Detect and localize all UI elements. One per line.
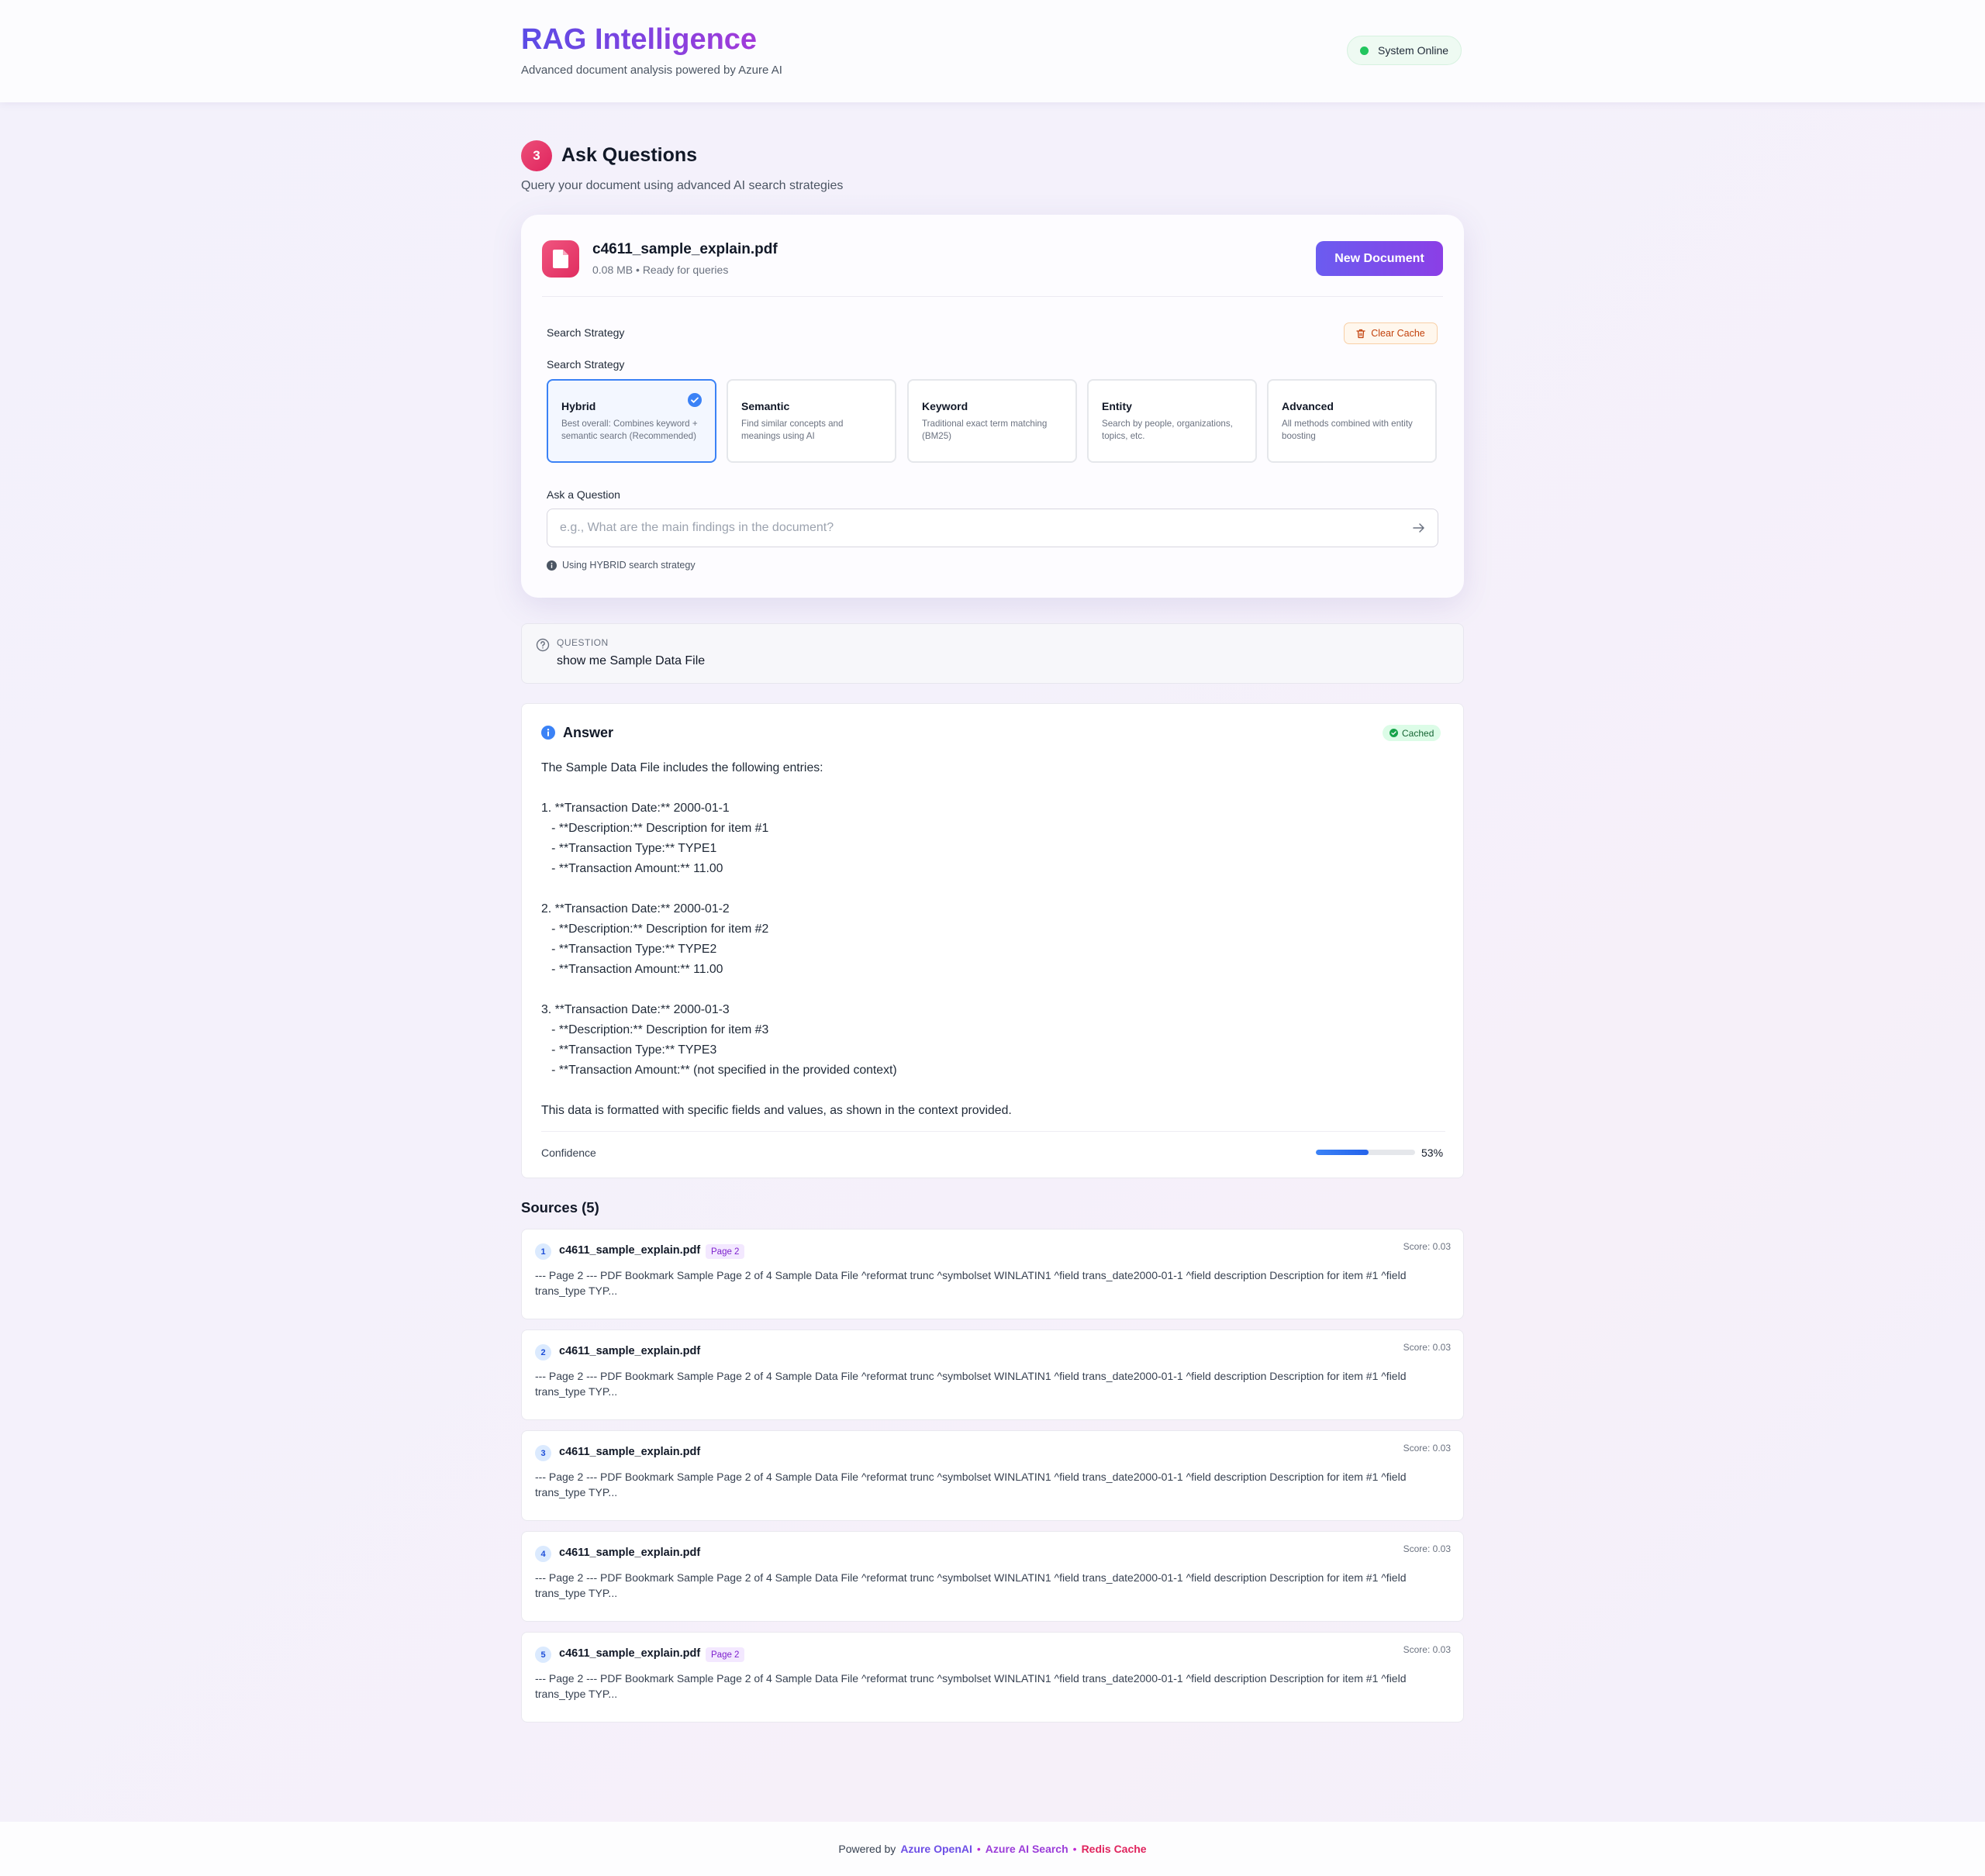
source-card[interactable]: 3 c4611_sample_explain.pdf Score: 0.03 -…: [521, 1430, 1464, 1521]
question-circle-icon: [536, 638, 550, 652]
question-label: QUESTION: [557, 637, 609, 648]
footer-prefix: Powered by: [838, 1843, 896, 1855]
trash-icon: [1356, 329, 1365, 338]
source-number: 2: [535, 1344, 551, 1360]
new-document-button[interactable]: New Document: [1316, 241, 1443, 276]
document-name: c4611_sample_explain.pdf: [592, 241, 778, 257]
source-page-badge: Page 2: [706, 1244, 745, 1259]
divider: [541, 1131, 1445, 1132]
strategy-option-name: Advanced: [1282, 399, 1334, 412]
source-number: 5: [535, 1647, 551, 1663]
sources-title: Sources (5): [521, 1199, 599, 1216]
answer-card: Answer Cached The Sample Data File inclu…: [521, 703, 1464, 1178]
source-score: Score: 0.03: [1403, 1443, 1451, 1454]
section-subtitle: Query your document using advanced AI se…: [521, 179, 844, 192]
strategy-option-name: Entity: [1102, 399, 1132, 412]
answer-title: Answer: [563, 725, 614, 740]
source-card[interactable]: 1 c4611_sample_explain.pdf Page 2 Score:…: [521, 1229, 1464, 1319]
app-title: RAG Intelligence: [521, 23, 758, 56]
arrow-right-icon[interactable]: [1411, 520, 1427, 536]
strategy-option-desc: Traditional exact term matching (BM25): [922, 418, 1048, 441]
strategy-option-desc: All methods combined with entity boostin…: [1282, 418, 1413, 441]
source-score: Score: 0.03: [1403, 1543, 1451, 1554]
section-title: Ask Questions: [561, 144, 698, 166]
source-page-badge: Page 2: [706, 1647, 745, 1662]
ask-question-label: Ask a Question: [547, 488, 620, 501]
source-score: Score: 0.03: [1403, 1644, 1451, 1655]
confidence-value: 53%: [1421, 1147, 1444, 1159]
source-excerpt: --- Page 2 --- PDF Bookmark Sample Page …: [535, 1269, 1407, 1297]
app-header: RAG Intelligence Advanced document analy…: [0, 0, 1985, 102]
question-input[interactable]: [547, 509, 1400, 547]
confidence-bar: [1316, 1150, 1415, 1155]
cached-badge: Cached: [1383, 725, 1441, 741]
source-card[interactable]: 2 c4611_sample_explain.pdf Score: 0.03 -…: [521, 1329, 1464, 1420]
source-file-name: c4611_sample_explain.pdf: [559, 1647, 701, 1660]
document-meta: 0.08 MB • Ready for queries: [592, 264, 729, 276]
source-file-name: c4611_sample_explain.pdf: [559, 1446, 701, 1458]
file-icon: [542, 240, 579, 278]
footer-link-azure-ai-search[interactable]: Azure AI Search: [986, 1843, 1068, 1855]
info-icon: [541, 726, 555, 740]
search-strategy-label: Search Strategy: [547, 358, 625, 371]
source-card[interactable]: 5 c4611_sample_explain.pdf Page 2 Score:…: [521, 1632, 1464, 1723]
footer-separator: •: [1072, 1843, 1077, 1855]
strategy-option-entity[interactable]: Entity Search by people, organizations, …: [1087, 379, 1257, 463]
source-file-name: c4611_sample_explain.pdf: [559, 1244, 701, 1257]
question-text: show me Sample Data File: [557, 654, 706, 667]
strategy-option-advanced[interactable]: Advanced All methods combined with entit…: [1267, 379, 1437, 463]
strategy-option-desc: Search by people, organizations, topics,…: [1102, 418, 1233, 441]
source-excerpt: --- Page 2 --- PDF Bookmark Sample Page …: [535, 1471, 1407, 1498]
footer: Powered by Azure OpenAI • Azure AI Searc…: [0, 1822, 1985, 1876]
source-file-name: c4611_sample_explain.pdf: [559, 1345, 701, 1357]
source-card[interactable]: 4 c4611_sample_explain.pdf Score: 0.03 -…: [521, 1531, 1464, 1622]
clear-cache-label: Clear Cache: [1371, 328, 1425, 339]
strategy-option-desc: Find similar concepts and meanings using…: [741, 418, 844, 441]
source-score: Score: 0.03: [1403, 1241, 1451, 1252]
question-card: QUESTION show me Sample Data File: [521, 623, 1464, 684]
strategy-hint: Using HYBRID search strategy: [547, 560, 696, 571]
confidence-label: Confidence: [541, 1147, 596, 1159]
system-status-badge: System Online: [1347, 36, 1462, 65]
cached-label: Cached: [1402, 727, 1434, 739]
source-score: Score: 0.03: [1403, 1342, 1451, 1353]
divider: [542, 296, 1443, 297]
question-input-container: [547, 509, 1438, 547]
source-file-name: c4611_sample_explain.pdf: [559, 1547, 701, 1559]
info-icon: [547, 560, 557, 571]
clear-cache-button[interactable]: Clear Cache: [1344, 322, 1438, 344]
strategy-option-name: Semantic: [741, 399, 790, 412]
footer-link-redis-cache[interactable]: Redis Cache: [1082, 1843, 1147, 1855]
status-text: System Online: [1378, 44, 1449, 57]
source-excerpt: --- Page 2 --- PDF Bookmark Sample Page …: [535, 1571, 1407, 1599]
check-circle-icon: [1390, 729, 1398, 737]
answer-text: The Sample Data File includes the follow…: [541, 761, 1012, 1117]
strategy-option-hybrid[interactable]: Hybrid Best overall: Combines keyword + …: [547, 379, 716, 463]
strategy-option-name: Keyword: [922, 399, 968, 412]
search-strategy-heading: Search Strategy: [547, 326, 625, 339]
confidence-bar-fill: [1316, 1150, 1369, 1155]
check-circle-icon: [688, 393, 702, 407]
source-excerpt: --- Page 2 --- PDF Bookmark Sample Page …: [535, 1672, 1407, 1700]
source-number: 3: [535, 1445, 551, 1461]
status-dot-icon: [1360, 46, 1369, 55]
source-number: 4: [535, 1546, 551, 1562]
app-subtitle: Advanced document analysis powered by Az…: [521, 64, 782, 77]
footer-link-azure-openai[interactable]: Azure OpenAI: [900, 1843, 972, 1855]
step-number-badge: 3: [521, 140, 552, 171]
source-number: 1: [535, 1243, 551, 1260]
strategy-option-name: Hybrid: [561, 399, 596, 412]
strategy-option-semantic[interactable]: Semantic Find similar concepts and meani…: [727, 379, 896, 463]
footer-separator: •: [976, 1843, 981, 1855]
strategy-option-desc: Best overall: Combines keyword + semanti…: [561, 418, 698, 441]
strategy-hint-text: Using HYBRID search strategy: [562, 560, 696, 571]
strategy-option-keyword[interactable]: Keyword Traditional exact term matching …: [907, 379, 1077, 463]
query-card: c4611_sample_explain.pdf 0.08 MB • Ready…: [521, 215, 1464, 598]
strategy-options: Hybrid Best overall: Combines keyword + …: [547, 379, 1438, 463]
source-excerpt: --- Page 2 --- PDF Bookmark Sample Page …: [535, 1370, 1407, 1398]
